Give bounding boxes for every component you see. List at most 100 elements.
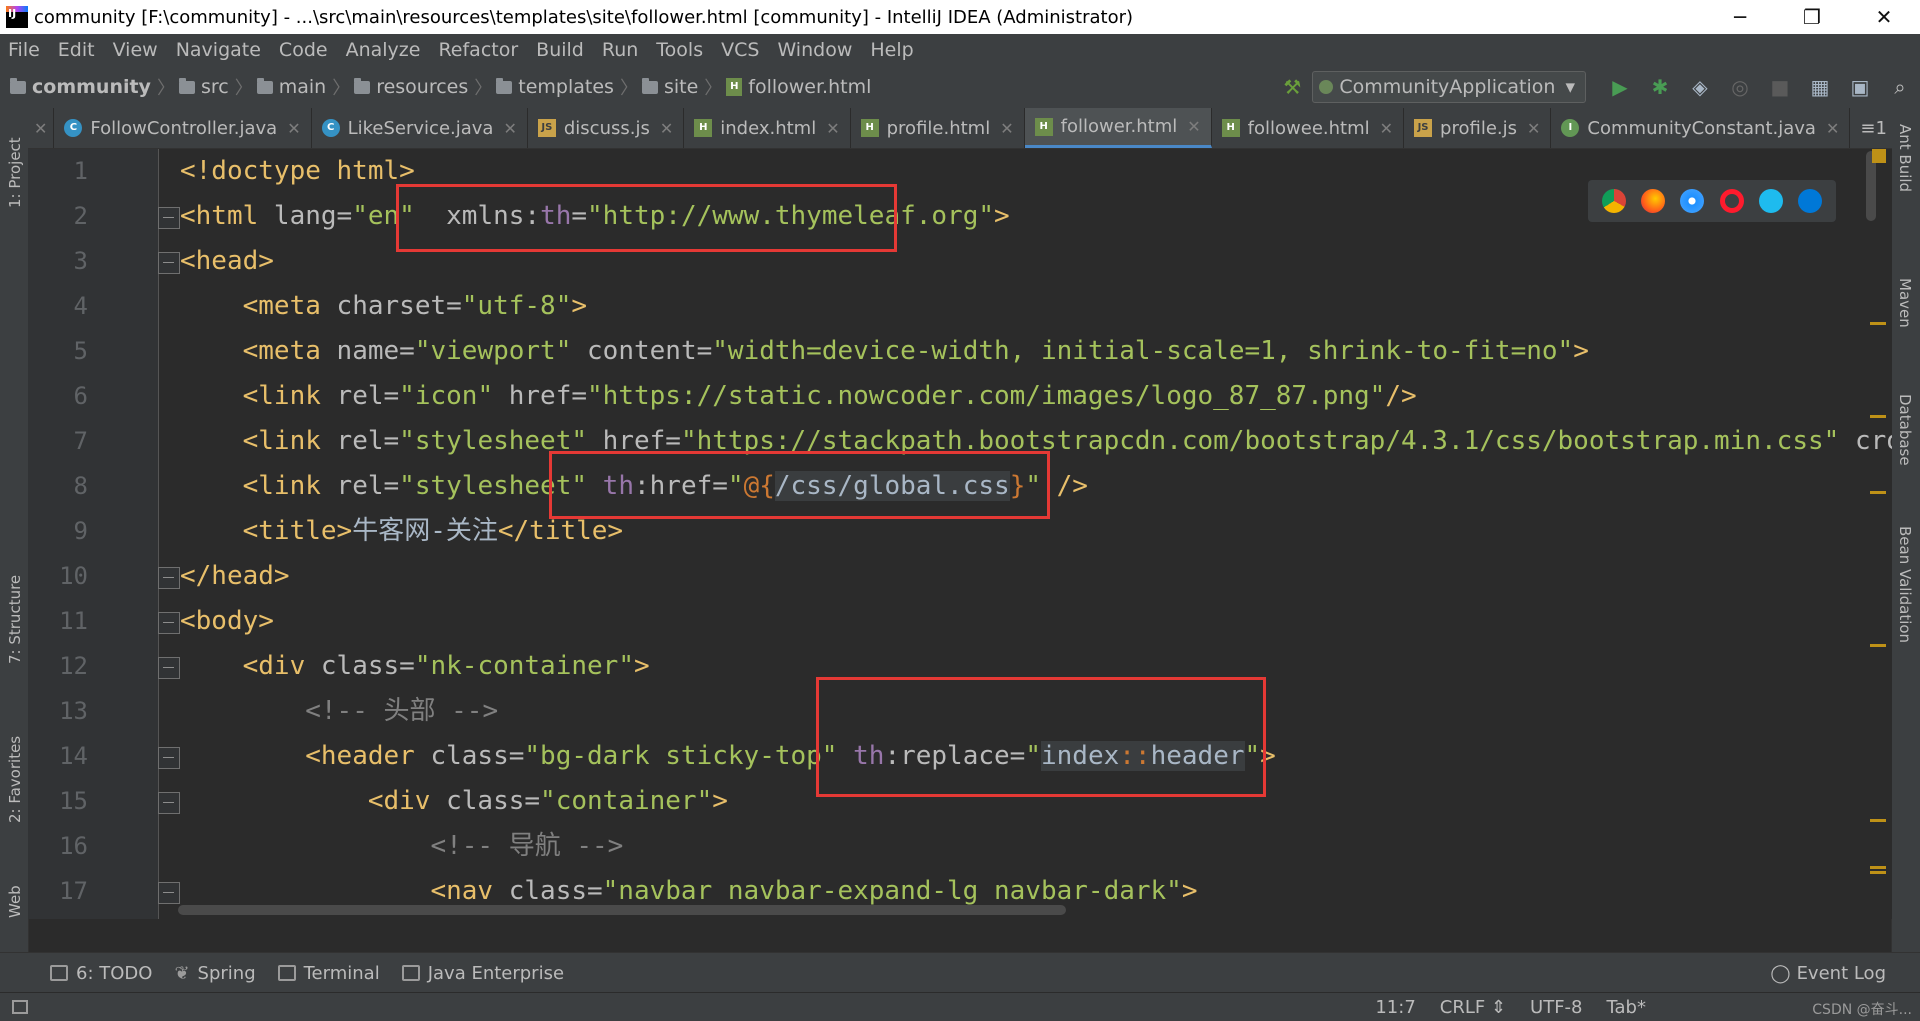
- warning-marker[interactable]: [1872, 149, 1886, 163]
- chrome-icon[interactable]: [1601, 189, 1626, 213]
- warning-marker[interactable]: [1870, 819, 1886, 822]
- menu-view[interactable]: View: [105, 39, 168, 61]
- sdk-manager-icon[interactable]: ▣: [1846, 73, 1874, 101]
- close-icon[interactable]: ✕: [660, 119, 673, 138]
- indent-setting[interactable]: Tab*: [1607, 997, 1646, 1018]
- firefox-icon[interactable]: [1640, 189, 1665, 213]
- coverage-icon[interactable]: ◈: [1686, 73, 1714, 101]
- close-icon[interactable]: ✕: [34, 119, 47, 138]
- run-configuration-select[interactable]: CommunityApplication ▾: [1312, 71, 1586, 103]
- tool-favorites[interactable]: 2: Favorites: [6, 736, 24, 823]
- profile-icon[interactable]: ◎: [1726, 73, 1754, 101]
- tab-overflow-left[interactable]: ✕: [28, 108, 55, 148]
- code-editor[interactable]: 1 <!doctype html> 2 <html lang="en" xmln…: [28, 149, 1892, 919]
- tool-project[interactable]: 1: Project: [6, 137, 24, 208]
- menu-help[interactable]: Help: [862, 39, 923, 61]
- menu-analyze[interactable]: Analyze: [338, 39, 431, 61]
- menu-window[interactable]: Window: [769, 39, 862, 61]
- close-icon[interactable]: ✕: [1380, 119, 1393, 138]
- menu-build[interactable]: Build: [528, 39, 594, 61]
- fold-marker[interactable]: [158, 207, 180, 229]
- internet-explorer-icon[interactable]: [1758, 189, 1783, 213]
- build-hammer-icon[interactable]: ⚒: [1278, 73, 1306, 101]
- speech-bubble-icon: ◯: [1770, 962, 1791, 984]
- close-icon[interactable]: ✕: [826, 119, 839, 138]
- menu-file[interactable]: File: [0, 39, 50, 61]
- run-icon[interactable]: ▶: [1606, 73, 1634, 101]
- safari-icon[interactable]: [1680, 189, 1705, 213]
- event-log-button[interactable]: ◯ Event Log: [1770, 953, 1886, 993]
- fold-marker[interactable]: [158, 612, 180, 634]
- tool-spring[interactable]: ❦ Spring: [174, 963, 255, 984]
- close-icon[interactable]: ✕: [1187, 117, 1200, 136]
- caret-position[interactable]: 11:7: [1375, 997, 1415, 1018]
- tab-followcontroller[interactable]: C FollowController.java ✕: [54, 108, 312, 148]
- tabs-overflow-button[interactable]: ≡1: [1850, 108, 1892, 148]
- close-icon[interactable]: ✕: [287, 119, 300, 138]
- file-encoding[interactable]: UTF-8: [1530, 997, 1582, 1018]
- breadcrumb-src[interactable]: src: [201, 76, 229, 98]
- horizontal-scrollbar[interactable]: [178, 905, 1066, 915]
- tab-index-html[interactable]: H index.html ✕: [684, 108, 851, 148]
- tab-profile-js[interactable]: JS profile.js ✕: [1404, 108, 1552, 148]
- tool-ant-build[interactable]: Ant Build: [1896, 124, 1914, 192]
- breadcrumb-main[interactable]: main: [279, 76, 326, 98]
- title-bar: community [F:\community] - ...\src\main\…: [0, 0, 1920, 34]
- breadcrumb-community[interactable]: community: [32, 76, 151, 98]
- tool-terminal[interactable]: Terminal: [277, 963, 380, 984]
- menu-vcs[interactable]: VCS: [713, 39, 769, 61]
- tool-maven[interactable]: Maven: [1896, 278, 1914, 328]
- tool-java-enterprise[interactable]: Java Enterprise: [401, 963, 564, 984]
- tool-structure[interactable]: 7: Structure: [6, 575, 24, 664]
- code-text: <div class="container">: [367, 786, 728, 816]
- tab-likeservice[interactable]: C LikeService.java ✕: [312, 108, 528, 148]
- menu-edit[interactable]: Edit: [50, 39, 105, 61]
- breadcrumb-site[interactable]: site: [664, 76, 698, 98]
- warning-marker[interactable]: [1870, 871, 1886, 874]
- fold-marker[interactable]: [158, 657, 180, 679]
- warning-marker[interactable]: [1870, 322, 1886, 325]
- close-icon[interactable]: ✕: [1000, 119, 1013, 138]
- stop-icon[interactable]: ■: [1766, 73, 1794, 101]
- tab-label: FollowController.java: [90, 117, 278, 139]
- breadcrumb-templates[interactable]: templates: [518, 76, 614, 98]
- warning-marker[interactable]: [1870, 644, 1886, 647]
- project-structure-icon[interactable]: ▦: [1806, 73, 1834, 101]
- close-window-button[interactable]: ✕: [1848, 0, 1920, 34]
- close-icon[interactable]: ✕: [1527, 119, 1540, 138]
- menu-tools[interactable]: Tools: [648, 39, 713, 61]
- close-icon[interactable]: ✕: [1826, 119, 1839, 138]
- close-icon[interactable]: ✕: [503, 119, 516, 138]
- menu-navigate[interactable]: Navigate: [168, 39, 271, 61]
- tab-follower-html[interactable]: H follower.html ✕: [1024, 108, 1212, 148]
- tool-web[interactable]: Web: [6, 885, 24, 918]
- tool-windows-toggle-icon[interactable]: [12, 1000, 28, 1014]
- fold-marker[interactable]: [158, 567, 180, 589]
- warning-marker[interactable]: [1870, 866, 1886, 869]
- tab-followee-html[interactable]: H followee.html ✕: [1212, 108, 1405, 148]
- menu-refactor[interactable]: Refactor: [430, 39, 528, 61]
- tab-communityconstant[interactable]: I CommunityConstant.java ✕: [1551, 108, 1851, 148]
- breadcrumb-follower-html[interactable]: follower.html: [748, 76, 871, 98]
- line-separator[interactable]: CRLF ⇕: [1440, 997, 1506, 1018]
- warning-marker[interactable]: [1870, 491, 1886, 494]
- fold-marker[interactable]: [158, 882, 180, 904]
- warning-marker[interactable]: [1870, 415, 1886, 418]
- menu-run[interactable]: Run: [594, 39, 648, 61]
- tool-todo[interactable]: 6: TODO: [50, 963, 152, 984]
- search-icon[interactable]: ⌕: [1886, 73, 1914, 101]
- debug-icon[interactable]: ✱: [1646, 73, 1674, 101]
- breadcrumb-resources[interactable]: resources: [376, 76, 468, 98]
- tab-discuss-js[interactable]: JS discuss.js ✕: [528, 108, 685, 148]
- opera-icon[interactable]: [1719, 189, 1744, 213]
- fold-marker[interactable]: [158, 792, 180, 814]
- minimize-button[interactable]: ─: [1704, 0, 1776, 34]
- maximize-button[interactable]: ❐: [1776, 0, 1848, 34]
- menu-code[interactable]: Code: [271, 39, 338, 61]
- tab-profile-html[interactable]: H profile.html ✕: [851, 108, 1025, 148]
- tool-bean-validation[interactable]: Bean Validation: [1896, 526, 1914, 643]
- edge-icon[interactable]: [1798, 189, 1823, 213]
- fold-marker[interactable]: [158, 252, 180, 274]
- fold-marker[interactable]: [158, 747, 180, 769]
- tool-database[interactable]: Database: [1896, 394, 1914, 466]
